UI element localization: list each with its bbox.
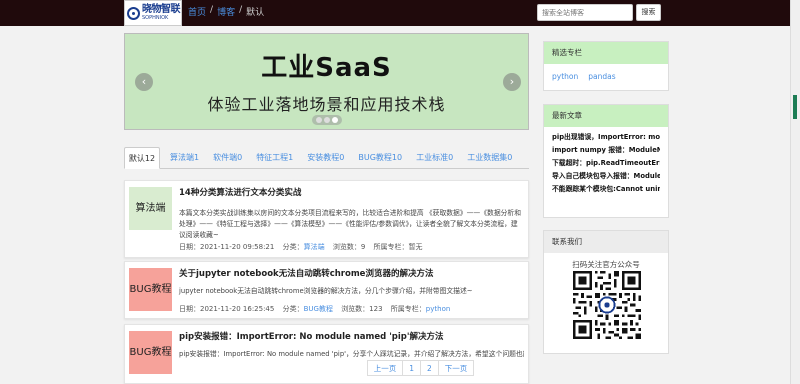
search-button[interactable]: 搜索 [636, 4, 661, 21]
breadcrumb-current: 默认 [246, 8, 265, 18]
hero-carousel[interactable]: 工业SaaS 体验工业落地场景和应用技术栈 ‹ › [124, 33, 529, 130]
article-views: 浏览数：9 [332, 243, 366, 251]
article-thumb[interactable]: BUG教程 [129, 268, 172, 311]
carousel-prev-icon[interactable]: ‹ [135, 73, 153, 91]
breadcrumb-separator: / [239, 5, 243, 15]
article-title[interactable]: 关于jupyter notebook无法自动跳转chrome浏览器的解决方法 [179, 267, 433, 279]
carousel-dot[interactable] [316, 117, 322, 123]
featured-columns-widget: 精选专栏 python pandas [543, 41, 669, 91]
search-input[interactable] [537, 4, 633, 21]
contact-widget: 联系我们 扫码关注官方公众号 [543, 230, 669, 354]
widget-title: 联系我们 [544, 231, 668, 253]
tab-bug-tutorial[interactable]: BUG教程10 [358, 147, 402, 169]
tag-pandas[interactable]: pandas [588, 72, 615, 81]
article-thumb[interactable]: 算法端 [129, 187, 172, 230]
recent-article-link[interactable]: import numpy 报错：ModuleNotFo [552, 144, 660, 157]
scrollbar-thumb[interactable] [793, 95, 797, 119]
article-summary: 本篇文本分类实战训练集以房间的文本分类项目流程来写的，比较适合进阶和提高 《获取… [179, 209, 522, 239]
article-category-label: 分类： [282, 305, 304, 313]
carousel-dot-active[interactable] [332, 117, 338, 123]
article-category-link[interactable]: BUG教程 [304, 305, 333, 313]
page-scrollbar[interactable] [790, 0, 800, 384]
pagination: 上一页 1 2 下一页 [0, 360, 790, 376]
recent-article-link[interactable]: pip出现错误，ImportError: module [552, 131, 660, 144]
article-date: 日期：2021-11-20 16:25:45 [179, 305, 275, 313]
carousel-indicators [312, 115, 342, 125]
widget-title: 精选专栏 [544, 42, 668, 64]
logo-subtext: SOPHNIOK [142, 15, 169, 21]
widget-title: 最新文章 [544, 105, 668, 127]
article-title[interactable]: pip安装报错：ImportError: No module named 'pi… [179, 330, 444, 342]
article-column-label: 所属专栏： [390, 305, 426, 313]
recent-article-link[interactable]: 不能跟踪某个模块包:Cannot uninsta [552, 183, 660, 196]
article-meta: 日期：2021-11-20 09:58:21 分类：算法端 浏览数：9 所属专栏… [179, 242, 423, 252]
article-title[interactable]: 14种分类算法进行文本分类实战 [179, 186, 301, 198]
article-views: 浏览数：123 [341, 305, 383, 313]
article-column-label: 所属专栏： [373, 243, 409, 251]
logo-text: 晓物智联 [142, 4, 181, 15]
page-1-button[interactable]: 1 [402, 360, 421, 376]
tab-industrial-standard[interactable]: 工业标准0 [416, 147, 453, 169]
top-navbar [0, 0, 800, 26]
tab-feature-engineering[interactable]: 特征工程1 [256, 147, 293, 169]
article-category-label: 分类： [282, 243, 304, 251]
article-date: 日期：2021-11-20 09:58:21 [179, 243, 275, 251]
article-category-link[interactable]: 算法端 [304, 243, 325, 251]
carousel-next-icon[interactable]: › [503, 73, 521, 91]
page-2-button[interactable]: 2 [420, 360, 439, 376]
recent-article-link[interactable]: 下载超时：pip.ReadTimeoutError:H [552, 157, 660, 170]
tab-install-tutorial[interactable]: 安装教程0 [307, 147, 344, 169]
site-logo[interactable]: 晓物智联 SOPHNIOK [124, 0, 182, 26]
tab-software[interactable]: 软件端0 [213, 147, 242, 169]
next-page-button[interactable]: 下一页 [437, 360, 475, 376]
article-meta: 日期：2021-11-20 16:25:45 分类：BUG教程 浏览数：123 … [179, 304, 450, 314]
breadcrumb-blog[interactable]: 博客 [217, 5, 235, 18]
breadcrumb-home[interactable]: 首页 [188, 5, 206, 18]
category-tabs: 默认12 算法端1 软件端0 特征工程1 安装教程0 BUG教程10 工业标准0… [124, 147, 529, 169]
carousel-subtitle: 体验工业落地场景和应用技术栈 [207, 95, 446, 114]
article-card[interactable]: 算法端 14种分类算法进行文本分类实战 本篇文本分类实战训练集以房间的文本分类项… [124, 180, 529, 258]
article-summary: pip安装报错：ImportError: No module named 'pi… [179, 350, 524, 358]
prev-page-button[interactable]: 上一页 [366, 360, 404, 376]
recent-articles-widget: 最新文章 pip出现错误，ImportError: module import … [543, 104, 669, 218]
logo-mark-icon [127, 6, 140, 20]
tab-default[interactable]: 默认12 [124, 147, 160, 169]
article-column-link[interactable]: python [426, 305, 451, 313]
contact-text: 扫码关注官方公众号 [572, 260, 640, 269]
breadcrumb-separator: / [210, 5, 214, 15]
tab-algorithm[interactable]: 算法端1 [170, 147, 199, 169]
article-column-value: 暂无 [408, 243, 423, 251]
recent-article-link[interactable]: 导入自己模块包导入报错：ModuleN [552, 170, 660, 183]
carousel-dot[interactable] [324, 117, 330, 123]
breadcrumb: 首页 / 博客 / 默认 [188, 5, 264, 18]
tab-industrial-dataset[interactable]: 工业数据集0 [467, 147, 512, 169]
qr-code-icon [573, 271, 641, 339]
article-summary: jupyter notebook无法自动跳转chrome浏览器的解决方法，分几个… [179, 287, 473, 295]
tag-list: python pandas [544, 64, 668, 89]
article-card[interactable]: BUG教程 关于jupyter notebook无法自动跳转chrome浏览器的… [124, 261, 529, 319]
carousel-title: 工业SaaS [261, 53, 392, 83]
tag-python[interactable]: python [552, 72, 578, 81]
